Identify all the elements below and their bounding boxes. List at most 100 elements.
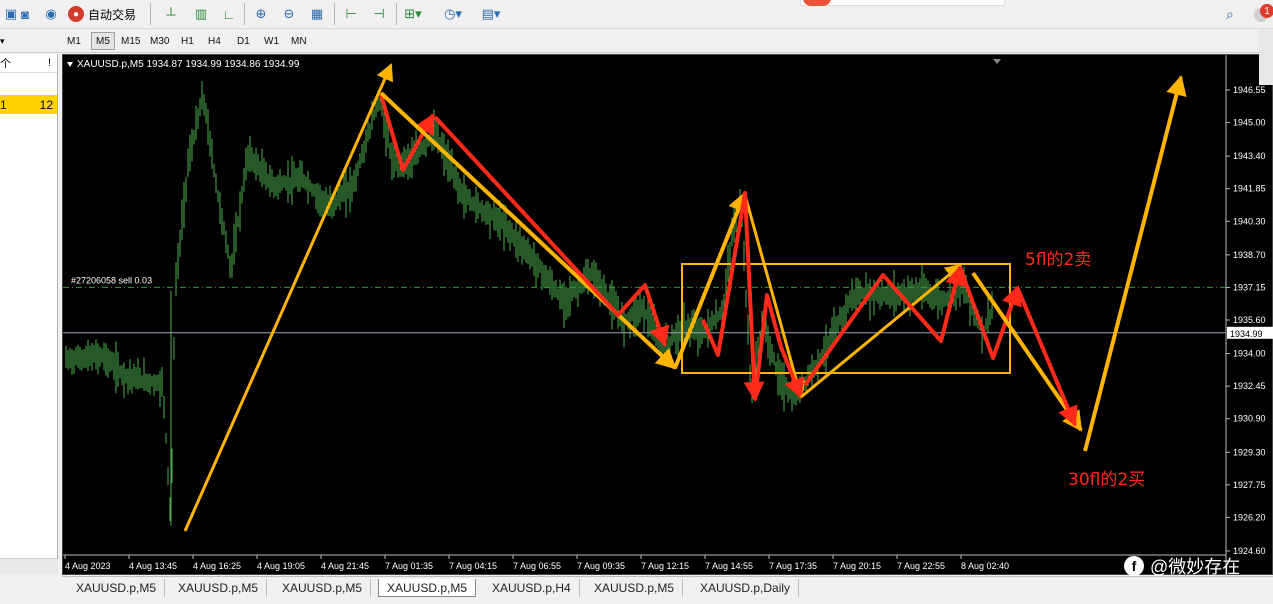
x-tick-label: 4 Aug 19:05	[257, 561, 305, 571]
y-tick-label: 1935.60	[1233, 315, 1266, 325]
candle-chart-icon[interactable]: ▥	[190, 4, 212, 24]
y-tick-label: 1943.40	[1233, 151, 1266, 161]
auto-trade-button[interactable]: ● 自动交易	[68, 4, 136, 24]
y-tick-label: 1932.45	[1233, 381, 1266, 391]
x-tick-label: 7 Aug 12:15	[641, 561, 689, 571]
row-right: 12	[39, 97, 53, 112]
x-tick-label: 7 Aug 09:35	[577, 561, 625, 571]
tab-chart-7[interactable]: XAUUSD.p,Daily	[692, 579, 800, 597]
tab-chart-2[interactable]: XAUUSD.p,M5	[170, 579, 268, 597]
tab-chart-5[interactable]: XAUUSD.p,H4	[484, 579, 580, 597]
panel-header-right: !	[47, 57, 51, 69]
x-tick-label: 7 Aug 20:15	[833, 561, 881, 571]
toolbar-divider	[396, 3, 397, 25]
tf-m1[interactable]: M1	[63, 32, 85, 50]
x-tick-label: 7 Aug 22:55	[897, 561, 945, 571]
facebook-icon: f	[1124, 556, 1144, 576]
tf-d1[interactable]: D1	[233, 32, 254, 50]
market-watch-panel: 个 ! 1 12	[0, 54, 58, 574]
x-tick-label: 8 Aug 02:40	[961, 561, 1009, 571]
y-tick-label: 1945.00	[1233, 118, 1266, 128]
zoom-in-icon[interactable]: ⊕	[250, 4, 272, 24]
notification-badge: 1	[1260, 4, 1273, 18]
y-tick-label: 1929.30	[1233, 447, 1266, 457]
orange-arrow-up-4-head	[1166, 75, 1187, 98]
vertical-scrollbar[interactable]	[1259, 29, 1273, 85]
watermark-text: @微妙存在	[1150, 557, 1241, 577]
order-label: #27206058 sell 0.03	[71, 275, 152, 285]
new-order-icon[interactable]: ⊞▾	[402, 4, 424, 24]
panel-header-left: 个	[0, 58, 11, 70]
chart-shift-icon[interactable]: ⊣	[368, 4, 390, 24]
red-arrow-down-4	[1016, 288, 1077, 426]
horizontal-scrollbar[interactable]	[0, 558, 58, 574]
periods-icon[interactable]: ◷▾	[442, 4, 464, 24]
chart-header-text: XAUUSD.p,M5 1934.87 1934.99 1934.86 1934…	[77, 59, 300, 70]
toolbar-divider	[334, 3, 335, 25]
tf-h4[interactable]: H4	[204, 32, 225, 50]
current-price-label: 1934.99	[1230, 329, 1263, 339]
y-tick-label: 1930.90	[1233, 414, 1266, 424]
network-icon[interactable]: ◉	[40, 4, 62, 24]
tf-w1[interactable]: W1	[260, 32, 283, 50]
tab-chart-3[interactable]: XAUUSD.p,M5	[274, 579, 372, 597]
auto-scroll-icon[interactable]: ⊢	[340, 4, 362, 24]
bar-chart-icon[interactable]: ┴	[160, 4, 182, 24]
chart-menu-icon	[67, 61, 73, 67]
x-tick-label: 7 Aug 04:15	[449, 561, 497, 571]
tf-h1[interactable]: H1	[177, 32, 198, 50]
chevron-down-icon[interactable]: ▾	[0, 32, 10, 50]
tf-m5[interactable]: M5	[91, 32, 115, 50]
x-tick-label: 4 Aug 21:45	[321, 561, 369, 571]
y-tick-label: 1938.70	[1233, 250, 1266, 260]
templates-icon[interactable]: ▤▾	[480, 4, 502, 24]
tf-m30[interactable]: M30	[146, 32, 173, 50]
signal-icon[interactable]: ◙	[14, 4, 36, 24]
chart-header: XAUUSD.p,M5 1934.87 1934.99 1934.86 1934…	[67, 59, 299, 70]
x-tick-label: 4 Aug 2023	[65, 561, 111, 571]
search-icon[interactable]: ⌕	[1226, 6, 1234, 23]
annotation-sell: 5fl的2卖	[1025, 250, 1091, 270]
orange-arrow-up-2	[673, 192, 747, 369]
y-tick-label: 1946.55	[1233, 85, 1266, 95]
toolbar-divider	[244, 3, 245, 25]
orange-arrow-up-1	[183, 64, 393, 532]
tile-windows-icon[interactable]: ▦	[306, 4, 328, 24]
promo-banner	[800, 0, 1005, 6]
x-tick-label: 4 Aug 13:45	[129, 561, 177, 571]
list-item[interactable]: 1 12	[0, 95, 57, 114]
chart-canvas: 1946.55 1945.00 1943.40 1941.85 1940.30 1938.…	[63, 55, 1273, 576]
x-tick-label: 7 Aug 14:55	[705, 561, 753, 571]
y-tick-label: 1940.30	[1233, 216, 1266, 226]
x-tick-label: 7 Aug 17:35	[769, 561, 817, 571]
toolbar-divider	[150, 3, 151, 25]
orange-arrow-up-4	[1083, 76, 1183, 452]
x-tick-label: 7 Aug 01:35	[385, 561, 433, 571]
y-tick-label: 1926.20	[1233, 512, 1266, 522]
y-tick-label: 1934.00	[1233, 349, 1266, 359]
x-tick-label: 4 Aug 16:25	[193, 561, 241, 571]
chart-shift-marker	[993, 59, 1001, 64]
y-tick-label: 1927.75	[1233, 480, 1266, 490]
price-chart[interactable]: 1946.55 1945.00 1943.40 1941.85 1940.30 1938.…	[62, 54, 1273, 576]
auto-trade-label: 自动交易	[88, 7, 137, 22]
panel-header: 个 !	[0, 54, 57, 73]
watermark: f @微妙存在	[1124, 553, 1240, 579]
red-zigzag-3	[701, 191, 757, 401]
y-tick-label: 1937.15	[1233, 282, 1266, 292]
tab-chart-6[interactable]: XAUUSD.p,M5	[586, 579, 684, 597]
x-tick-label: 7 Aug 06:55	[513, 561, 561, 571]
chart-tabs: XAUUSD.p,M5 XAUUSD.p,M5 XAUUSD.p,M5 XAUU…	[62, 576, 1273, 598]
orange-arrow-up-3	[800, 263, 962, 399]
y-tick-label: 1941.85	[1233, 184, 1266, 194]
tab-chart-4[interactable]: XAUUSD.p,M5	[378, 579, 477, 597]
main-toolbar: ▣ ◙ ◉ ● 自动交易 ┴ ▥ ∟ ⊕ ⊖ ▦ ⊢ ⊣ ⊞▾ ◷▾ ▤▾ ⌕ …	[0, 0, 1273, 29]
annotation-buy: 30fl的2买	[1068, 470, 1145, 490]
tab-chart-1[interactable]: XAUUSD.p,M5	[68, 579, 166, 597]
auto-trade-icon: ●	[68, 6, 84, 22]
line-chart-icon[interactable]: ∟	[218, 4, 240, 24]
zoom-out-icon[interactable]: ⊖	[278, 4, 300, 24]
notifications-button[interactable]: 1	[1254, 4, 1273, 22]
tf-mn[interactable]: MN	[287, 32, 311, 50]
tf-m15[interactable]: M15	[117, 32, 144, 50]
